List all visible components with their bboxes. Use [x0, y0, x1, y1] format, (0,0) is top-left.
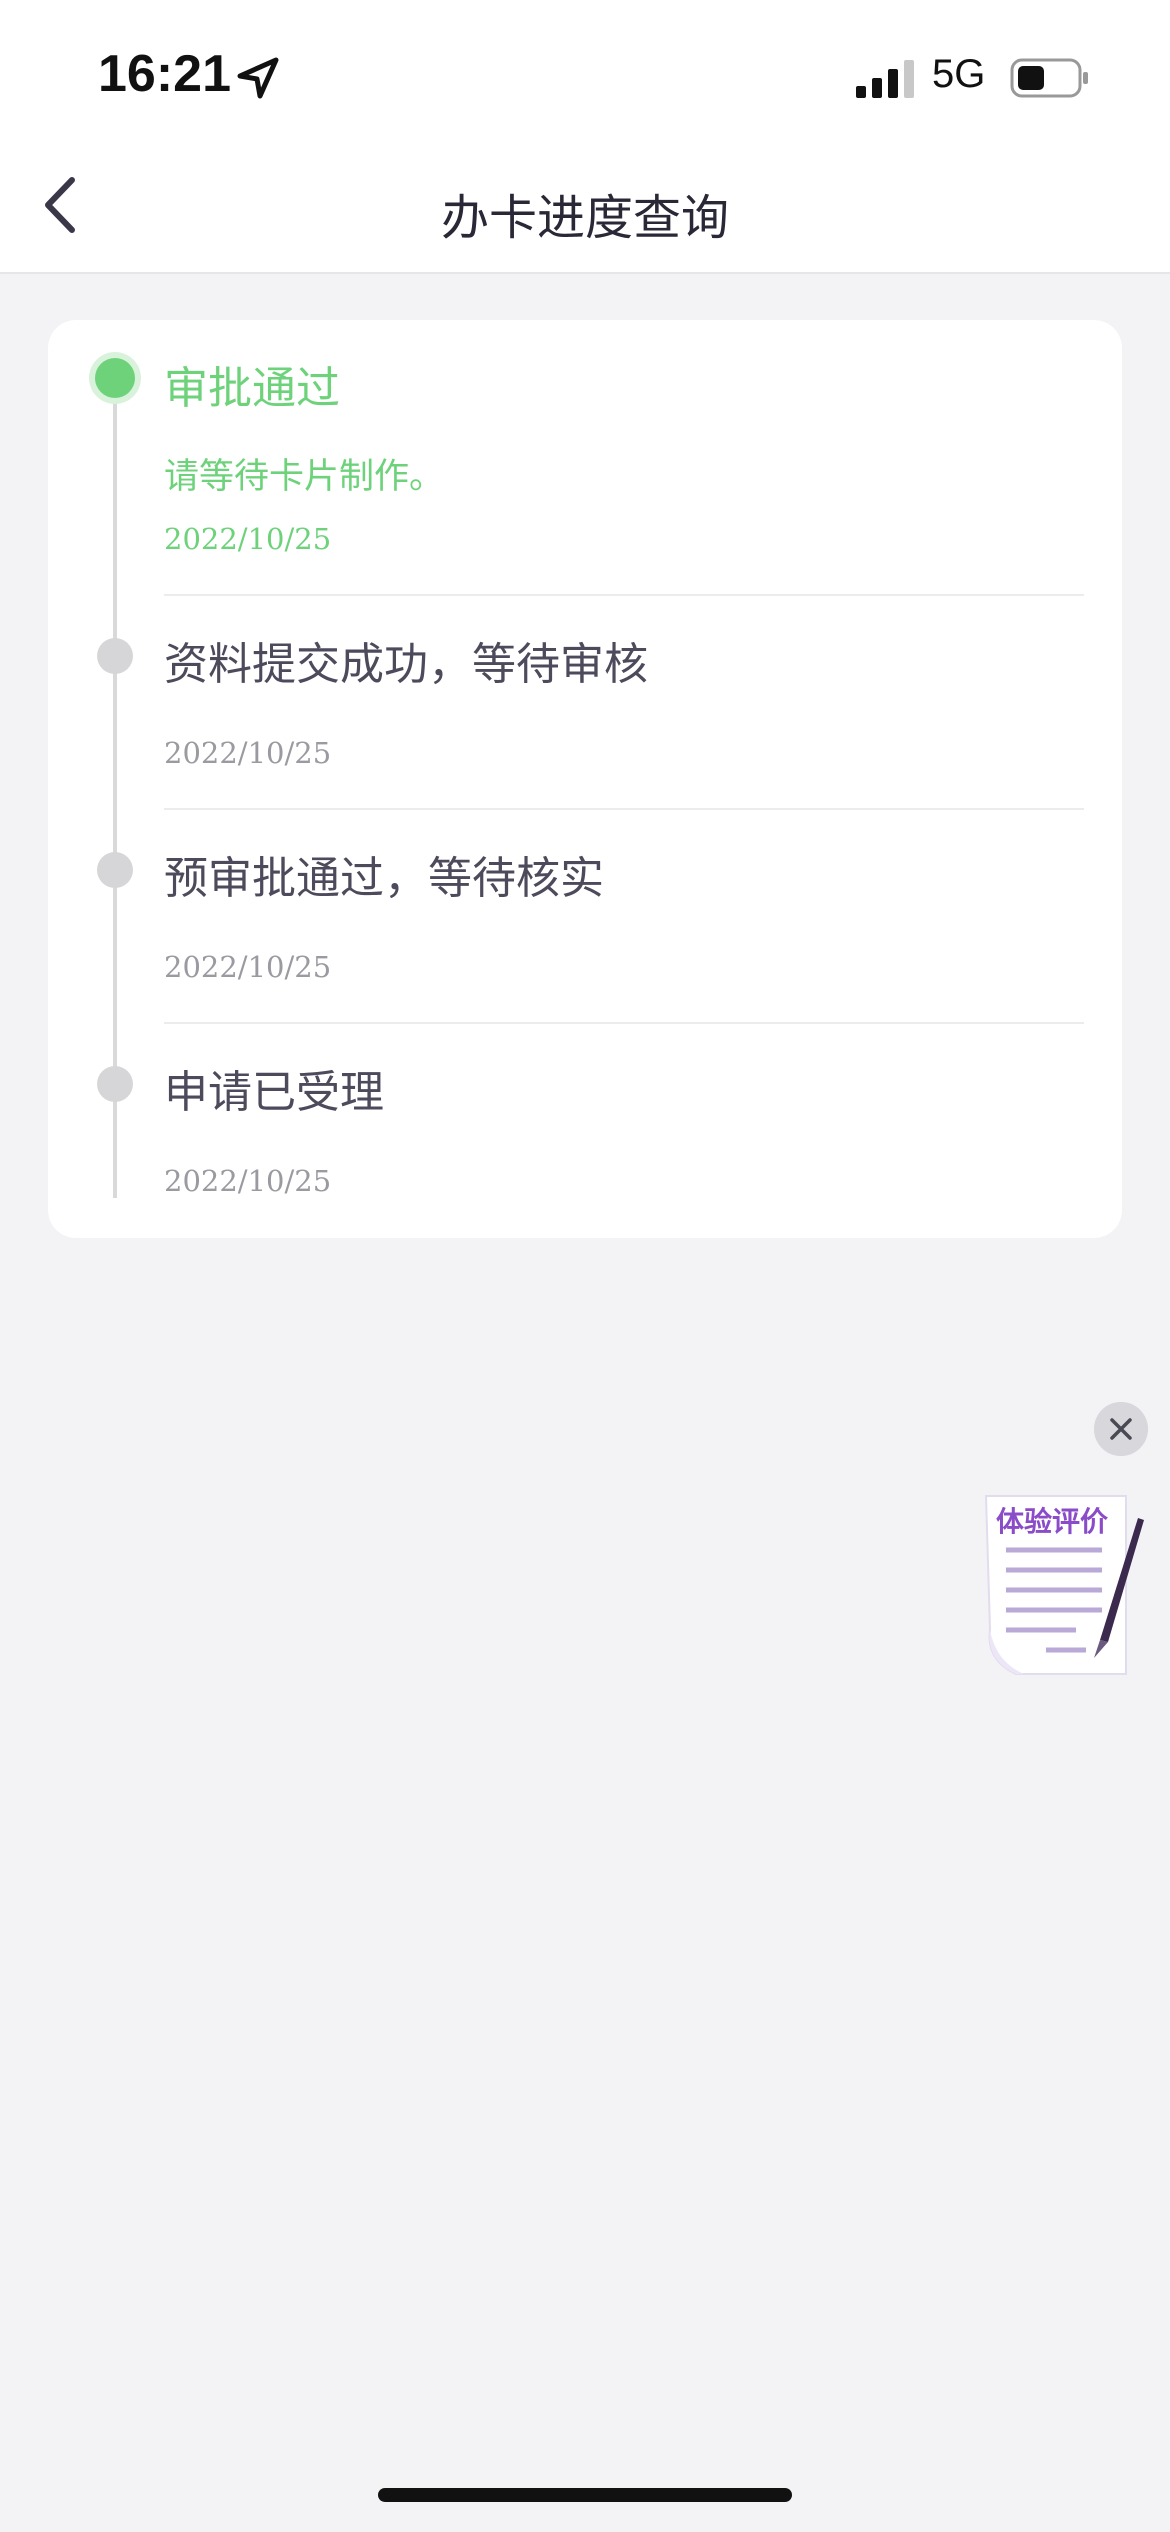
home-indicator — [378, 2488, 792, 2502]
step-description: 请等待卡片制作。 — [164, 457, 445, 497]
divider — [164, 808, 1084, 810]
divider — [164, 1022, 1084, 1024]
step-title: 申请已受理 — [164, 1067, 384, 1118]
step-date: 2022/10/25 — [164, 736, 332, 770]
step-title: 预审批通过，等待核实 — [164, 853, 604, 904]
network-type: 5G — [932, 52, 986, 96]
step-title: 资料提交成功，等待审核 — [164, 639, 648, 690]
battery-icon — [1010, 58, 1088, 98]
divider — [164, 594, 1084, 596]
timeline-dot-active — [95, 358, 135, 398]
page-title: 办卡进度查询 — [440, 190, 729, 246]
timeline-dot — [97, 852, 133, 888]
location-arrow-icon — [237, 57, 279, 99]
timeline-dot — [97, 638, 133, 674]
feedback-label[interactable]: 体验评价 — [996, 1500, 1108, 1540]
signal-strength-icon — [856, 60, 914, 98]
timeline-dot — [97, 1066, 133, 1102]
status-time: 16:21 — [98, 45, 231, 103]
step-title: 审批通过 — [164, 363, 340, 414]
step-date: 2022/10/25 — [164, 1164, 332, 1198]
step-date: 2022/10/25 — [164, 522, 332, 556]
step-date: 2022/10/25 — [164, 950, 332, 984]
close-feedback-button[interactable] — [1094, 1402, 1148, 1456]
